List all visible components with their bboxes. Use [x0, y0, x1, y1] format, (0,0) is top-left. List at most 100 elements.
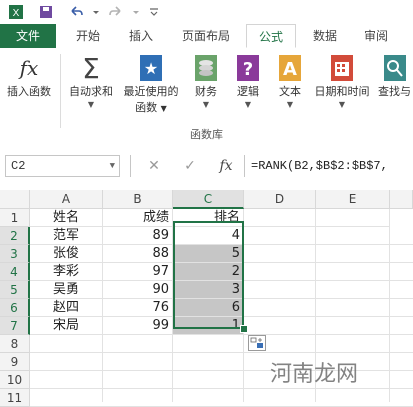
- column-header-e[interactable]: E: [316, 190, 390, 209]
- excel-logo-icon: X: [6, 2, 26, 22]
- tab-home[interactable]: 开始: [64, 24, 112, 48]
- row-header-4[interactable]: 4: [0, 263, 30, 281]
- cell-d1[interactable]: [244, 209, 316, 227]
- financial-button[interactable]: 财务 ▼: [186, 52, 226, 110]
- cell-b6[interactable]: 76: [103, 299, 173, 317]
- cell-c1[interactable]: 排名: [173, 209, 244, 227]
- cell-a1[interactable]: 姓名: [30, 209, 103, 227]
- cell-b5[interactable]: 90: [103, 281, 173, 299]
- cell-a2[interactable]: 范军: [30, 227, 103, 245]
- undo-dropdown-icon[interactable]: [86, 2, 106, 22]
- cell-a3[interactable]: 张俊: [30, 245, 103, 263]
- tab-formulas[interactable]: 公式: [246, 24, 296, 48]
- save-icon[interactable]: [36, 2, 56, 22]
- fx-icon: fx: [14, 52, 44, 84]
- column-header-b[interactable]: B: [103, 190, 173, 209]
- column-header-a[interactable]: A: [30, 190, 103, 209]
- row-header-9[interactable]: 9: [0, 353, 30, 371]
- svg-text:fx: fx: [18, 56, 39, 80]
- function-library-group-label: 函数库: [190, 128, 223, 141]
- tab-review[interactable]: 审阅: [352, 24, 400, 48]
- ribbon-formulas: fx 插入函数 Σ 自动求和 ▼ ★ 最近使用的 函数 ▼ 财务 ▼ ? 逻辑 …: [0, 48, 413, 149]
- cell-c4[interactable]: 2: [173, 263, 244, 281]
- financial-icon: [191, 52, 221, 84]
- cancel-icon[interactable]: ✕: [142, 155, 166, 177]
- cell-c7[interactable]: 1: [173, 317, 244, 335]
- row-header-10[interactable]: 10: [0, 371, 30, 389]
- row-header-1[interactable]: 1: [0, 209, 30, 227]
- lookup-icon: [380, 52, 410, 84]
- cell-c2[interactable]: 4: [173, 227, 244, 245]
- tab-data[interactable]: 数据: [302, 24, 348, 48]
- column-line-b: [172, 335, 173, 402]
- logical-button[interactable]: ? 逻辑 ▼: [228, 52, 268, 110]
- column-header-f[interactable]: [390, 190, 413, 209]
- datetime-label: 日期和时间: [314, 85, 370, 98]
- lookup-button[interactable]: 查找与: [376, 52, 413, 100]
- redo-dropdown-icon[interactable]: [126, 2, 146, 22]
- formula-input[interactable]: =RANK(B2,$B$2:$B$7,: [244, 155, 413, 177]
- cell-b1[interactable]: 成绩: [103, 209, 173, 227]
- cell-b4[interactable]: 97: [103, 263, 173, 281]
- tab-insert[interactable]: 插入: [118, 24, 164, 48]
- star-book-icon: ★: [136, 52, 166, 84]
- cell-a6[interactable]: 赵四: [30, 299, 103, 317]
- insert-function-button[interactable]: fx 插入函数: [2, 52, 56, 100]
- column-line-a: [102, 335, 103, 402]
- sigma-icon: Σ: [76, 52, 106, 85]
- name-box[interactable]: C2 ▼: [5, 155, 120, 177]
- column-header-c[interactable]: C: [173, 190, 244, 209]
- customize-toolbar-icon[interactable]: [144, 2, 164, 22]
- autosum-button[interactable]: Σ 自动求和 ▼: [64, 52, 118, 110]
- row-header-2[interactable]: 2: [0, 227, 30, 245]
- formula-bar: C2 ▼ ✕ ✓ fx =RANK(B2,$B$2:$B$7,: [0, 148, 413, 185]
- cell-a7[interactable]: 宋局: [30, 317, 103, 335]
- chevron-down-icon: ▼: [87, 100, 95, 109]
- cell-b7[interactable]: 99: [103, 317, 173, 335]
- question-book-icon: ?: [233, 52, 263, 84]
- name-box-dropdown-icon[interactable]: ▼: [110, 156, 115, 176]
- cell-c3[interactable]: 5: [173, 245, 244, 263]
- enter-icon[interactable]: ✓: [178, 155, 202, 177]
- ribbon-separator: [60, 54, 61, 128]
- recently-used-label-line1: 最近使用的: [123, 85, 179, 98]
- svg-text:Σ: Σ: [82, 52, 100, 84]
- insert-function-fx-icon[interactable]: fx: [214, 155, 238, 177]
- cell-b2[interactable]: 89: [103, 227, 173, 245]
- recently-used-button[interactable]: ★ 最近使用的 函数 ▼: [118, 52, 184, 117]
- datetime-button[interactable]: 日期和时间 ▼: [310, 52, 374, 110]
- watermark-text: 河南龙网: [270, 362, 359, 387]
- undo-icon[interactable]: [66, 2, 86, 22]
- row-header-8[interactable]: 8: [0, 335, 30, 353]
- cell-a4[interactable]: 李彩: [30, 263, 103, 281]
- cell-e1[interactable]: [316, 209, 390, 227]
- cell-a5[interactable]: 吴勇: [30, 281, 103, 299]
- row-header-7[interactable]: 7: [0, 317, 30, 335]
- chevron-down-icon: ▼: [286, 100, 294, 109]
- redo-icon[interactable]: [106, 2, 126, 22]
- row-header-11[interactable]: 11: [0, 389, 30, 407]
- row-header-6[interactable]: 6: [0, 299, 30, 317]
- svg-text:★: ★: [144, 59, 158, 78]
- tab-file[interactable]: 文件: [0, 24, 56, 48]
- calendar-icon: [327, 52, 357, 84]
- auto-fill-options-icon[interactable]: [248, 335, 266, 351]
- row-header-5[interactable]: 5: [0, 281, 30, 299]
- column-line-c: [243, 335, 244, 402]
- column-header-d[interactable]: D: [244, 190, 316, 209]
- lookup-label: 查找与: [378, 85, 411, 98]
- tab-page-layout[interactable]: 页面布局: [170, 24, 242, 48]
- select-all-corner[interactable]: [0, 190, 30, 209]
- text-button[interactable]: A 文本 ▼: [270, 52, 310, 110]
- cell-c5[interactable]: 3: [173, 281, 244, 299]
- text-label: 文本: [279, 85, 301, 98]
- text-book-icon: A: [275, 52, 305, 84]
- cell-c6[interactable]: 6: [173, 299, 244, 317]
- logical-label: 逻辑: [237, 85, 259, 98]
- cell-b3[interactable]: 88: [103, 245, 173, 263]
- financial-label: 财务: [195, 85, 217, 98]
- row-header-3[interactable]: 3: [0, 245, 30, 263]
- svg-text:?: ?: [243, 59, 253, 80]
- svg-text:X: X: [13, 8, 20, 19]
- fill-handle[interactable]: [240, 325, 248, 333]
